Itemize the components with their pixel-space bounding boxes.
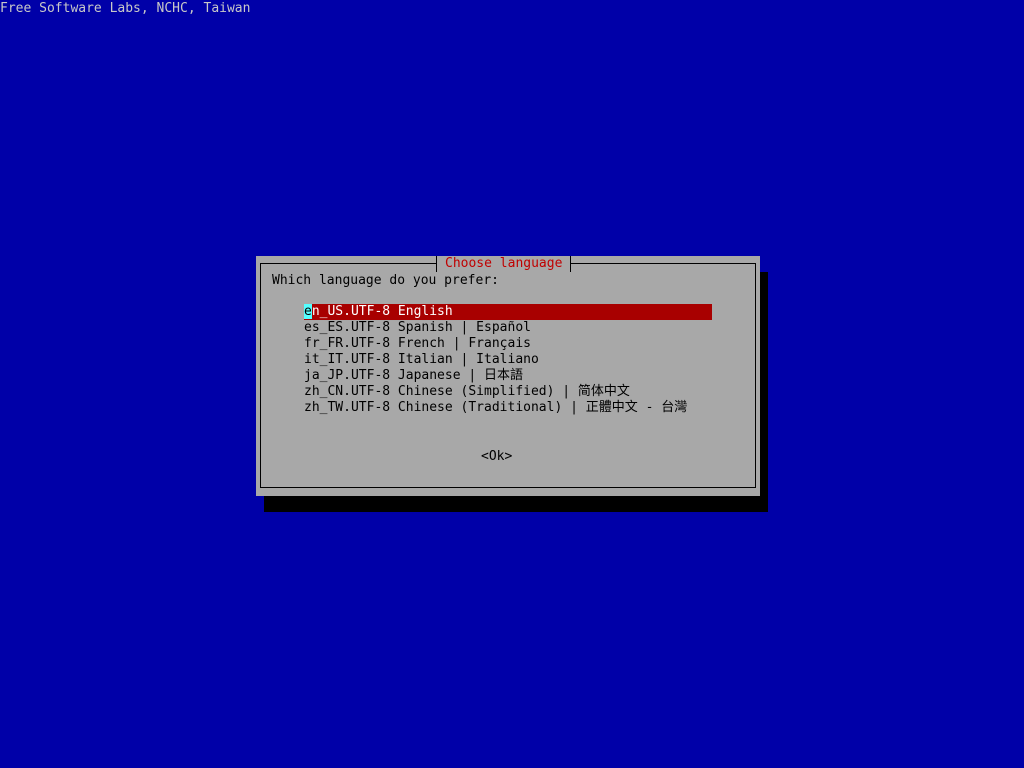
language-dialog: Choose language Which language do you pr… (256, 256, 760, 496)
language-item-es-es[interactable]: es_ES.UTF-8 Spanish | Español (304, 320, 712, 336)
language-item-zh-cn[interactable]: zh_CN.UTF-8 Chinese (Simplified) | 简体中文 (304, 384, 712, 400)
language-item-en-us[interactable]: en_US.UTF-8 English (304, 304, 712, 320)
language-item-it-it[interactable]: it_IT.UTF-8 Italian | Italiano (304, 352, 712, 368)
language-item-zh-tw[interactable]: zh_TW.UTF-8 Chinese (Traditional) | 正體中文… (304, 400, 712, 416)
language-item-fr-fr[interactable]: fr_FR.UTF-8 French | Français (304, 336, 712, 352)
language-item-label: n_US.UTF-8 English (311, 304, 453, 319)
cursor: e (304, 304, 312, 319)
language-item-ja-jp[interactable]: ja_JP.UTF-8 Japanese | 日本語 (304, 368, 712, 384)
ok-button[interactable]: <Ok> (481, 449, 512, 465)
language-list[interactable]: en_US.UTF-8 English es_ES.UTF-8 Spanish … (304, 304, 712, 416)
backtitle: Free Software Labs, NCHC, Taiwan (0, 1, 251, 16)
dialog-prompt: Which language do you prefer: (272, 273, 499, 288)
dialog-title: Choose language (436, 256, 572, 272)
